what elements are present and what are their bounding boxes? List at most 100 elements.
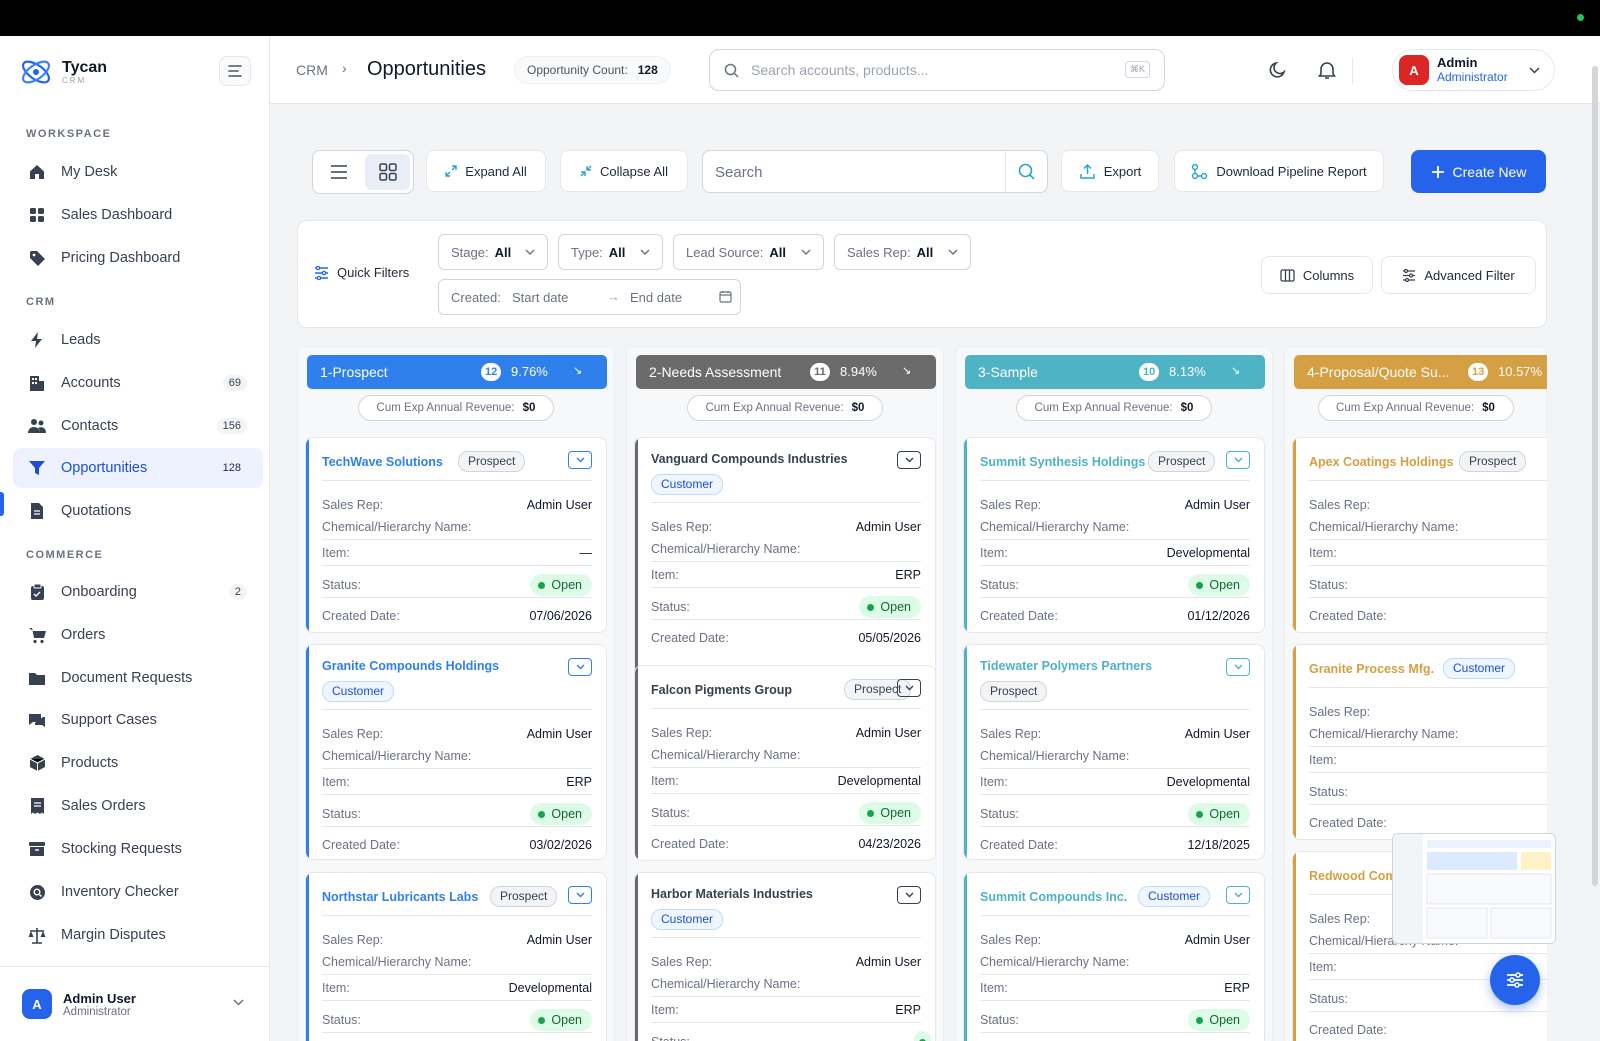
pipeline-column: 1-Prospect 12 9.76% ↘ Cum Exp Annual Rev…	[297, 346, 615, 1041]
chevron-down-icon	[905, 457, 913, 463]
row-label: Item:	[980, 546, 1008, 560]
settings-fab-button[interactable]	[1490, 955, 1540, 1005]
status-row: Status: Open	[322, 1009, 592, 1031]
row-label: Chemical/Hierarchy Name:	[322, 520, 472, 534]
expand-card-button[interactable]	[897, 886, 921, 904]
sidebar-user[interactable]: A Admin User Administrator	[0, 966, 269, 1041]
archive-icon	[27, 839, 47, 859]
expand-card-button[interactable]	[568, 886, 592, 904]
pin-icon[interactable]: ↘	[573, 364, 582, 377]
account-name[interactable]: Granite Process Mfg.	[1309, 662, 1434, 676]
opportunity-card[interactable]: Summit Synthesis Holdings Prospect Sales…	[963, 437, 1265, 633]
account-name[interactable]: Summit Compounds Inc.	[980, 890, 1127, 904]
account-name[interactable]: Redwood Comp	[1309, 869, 1404, 883]
column-header[interactable]: 2-Needs Assessment 11 8.94% ↘	[636, 355, 936, 389]
nav-opportunities[interactable]: Opportunities 128	[13, 448, 263, 488]
card-divider	[322, 1032, 592, 1033]
nav-pricing-dashboard[interactable]: Pricing Dashboard	[13, 238, 263, 278]
card-accent	[635, 873, 638, 1041]
card-divider	[980, 768, 1250, 769]
column-header[interactable]: 4-Proposal/Quote Su... 13 10.57% ↘	[1294, 355, 1547, 389]
card-divider	[980, 597, 1250, 598]
row-label: Created Date:	[1309, 609, 1387, 623]
rev-value: $0	[851, 402, 865, 414]
nav-support-cases[interactable]: Support Cases	[13, 700, 263, 740]
account-name[interactable]: Granite Compounds Holdings	[322, 659, 499, 673]
page-scrollbar[interactable]	[1592, 66, 1598, 886]
nav-sales-dashboard[interactable]: Sales Dashboard	[13, 195, 263, 235]
row-label: Item:	[322, 546, 350, 560]
account-name[interactable]: Summit Synthesis Holdings	[980, 455, 1145, 469]
card-divider	[980, 539, 1250, 540]
status-text: Open	[551, 578, 582, 592]
account-name[interactable]: Apex Coatings Holdings	[1309, 455, 1453, 469]
nav-orders[interactable]: Orders	[13, 615, 263, 655]
column-header[interactable]: 3-Sample 10 8.13% ↘	[965, 355, 1265, 389]
expand-card-button[interactable]	[1226, 886, 1250, 904]
expand-card-button[interactable]	[568, 451, 592, 469]
expand-card-button[interactable]	[1226, 451, 1250, 469]
expand-card-button[interactable]	[897, 679, 921, 697]
nav-products[interactable]: Products	[13, 743, 263, 783]
brand[interactable]: Tycan CRM	[18, 54, 107, 90]
chevron-down-icon	[233, 999, 244, 1006]
status-text: Open	[1209, 578, 1240, 592]
row-label: Status:	[322, 578, 361, 592]
chevron-down-icon	[576, 664, 584, 670]
account-name[interactable]: Tidewater Polymers Partners	[980, 659, 1152, 673]
chevron-down-icon	[1234, 892, 1242, 898]
created-date-value: 05/05/2026	[858, 631, 921, 645]
nav-label: Margin Disputes	[61, 927, 166, 943]
opportunity-card[interactable]: Tidewater Polymers Partners Prospect Sal…	[963, 644, 1265, 860]
opportunity-card[interactable]: TechWave Solutions Prospect Sales Rep: Ad…	[305, 437, 607, 633]
column-percent: 10.57%	[1498, 364, 1543, 379]
nav-quotations[interactable]: Quotations	[13, 491, 263, 531]
nav-inventory-checker[interactable]: Inventory Checker	[13, 872, 263, 912]
expand-card-button[interactable]	[897, 451, 921, 469]
rev-value: $0	[1180, 402, 1194, 414]
account-name[interactable]: Vanguard Compounds Industries	[651, 452, 848, 466]
nav-onboarding[interactable]: Onboarding 2	[13, 572, 263, 612]
status-text: Open	[880, 600, 911, 614]
opportunity-card[interactable]: Falcon Pigments Group Prospect Sales Rep…	[634, 665, 936, 861]
nav-sales-orders[interactable]: Sales Orders	[13, 786, 263, 826]
account-name[interactable]: TechWave Solutions	[322, 455, 443, 469]
sidebar-toggle-button[interactable]	[219, 56, 251, 86]
account-name[interactable]: Northstar Lubricants Labs	[322, 890, 478, 904]
row-label: Status:	[651, 600, 690, 614]
camera-indicator	[1577, 14, 1584, 21]
opportunity-card[interactable]: Summit Compounds Inc. Customer Sales Rep…	[963, 872, 1265, 1041]
opportunity-card[interactable]: Apex Coatings Holdings Prospect Sales Re…	[1292, 437, 1547, 633]
expand-card-button[interactable]	[1226, 658, 1250, 676]
nav-leads[interactable]: Leads	[13, 320, 263, 360]
chevron-down-icon	[1234, 457, 1242, 463]
nav-stocking-requests[interactable]: Stocking Requests	[13, 829, 263, 869]
opportunity-card[interactable]: Northstar Lubricants Labs Prospect Sales…	[305, 872, 607, 1041]
row-label: Item:	[651, 1003, 679, 1017]
opportunity-card[interactable]: Granite Compounds Holdings Customer Sale…	[305, 644, 607, 860]
screen-preview-thumbnail[interactable]	[1392, 833, 1556, 944]
pin-icon[interactable]: ↘	[902, 364, 911, 377]
nav-margin-disputes[interactable]: Margin Disputes	[13, 915, 263, 955]
clipboard-icon	[27, 582, 47, 602]
opportunity-card[interactable]: Granite Process Mfg. Customer Sales Rep:…	[1292, 644, 1547, 840]
nav-contacts[interactable]: Contacts 156	[13, 406, 263, 446]
dashboard-icon	[27, 205, 47, 225]
column-header[interactable]: 1-Prospect 12 9.76% ↘	[307, 355, 607, 389]
opportunity-card[interactable]: Vanguard Compounds Industries Customer S…	[634, 437, 936, 675]
nav-my-desk[interactable]: My Desk	[13, 152, 263, 192]
nav-document-requests[interactable]: Document Requests	[13, 658, 263, 698]
expand-card-button[interactable]	[568, 658, 592, 676]
row-label: Sales Rep:	[322, 498, 384, 512]
nav-label: Pricing Dashboard	[61, 250, 181, 266]
created-date-row: Created Date:07/2	[1309, 609, 1547, 623]
cum-revenue-pill: Cum Exp Annual Revenue: $0	[687, 395, 883, 421]
opportunity-card[interactable]: Harbor Materials Industries Customer Sal…	[634, 872, 936, 1041]
card-divider	[322, 915, 592, 916]
account-name[interactable]: Harbor Materials Industries	[651, 887, 813, 901]
nav-accounts[interactable]: Accounts 69	[13, 363, 263, 403]
pin-icon[interactable]: ↘	[1231, 364, 1240, 377]
row-label: Chemical/Hierarchy Name:	[1309, 520, 1459, 534]
account-name[interactable]: Falcon Pigments Group	[651, 683, 792, 697]
card-divider	[322, 480, 592, 481]
